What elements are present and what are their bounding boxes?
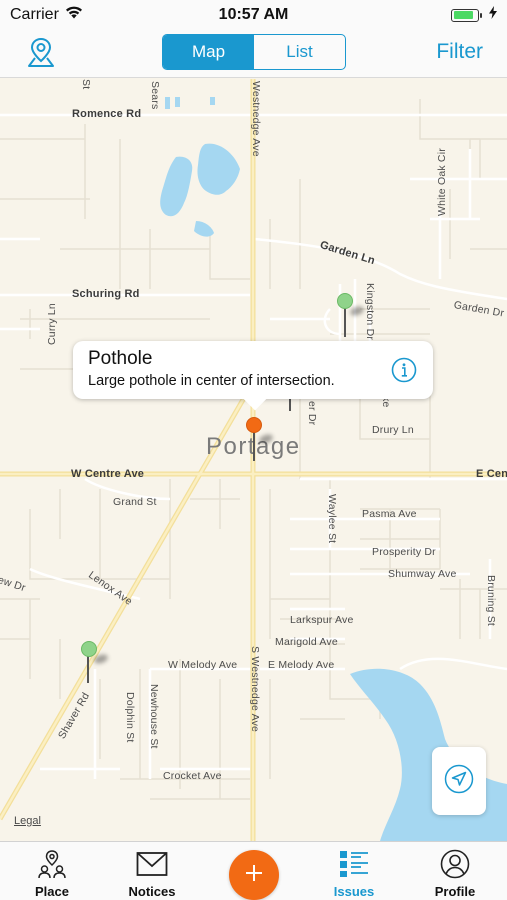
street-prosperity-dr: Prosperity Dr bbox=[372, 546, 436, 558]
street-white-oak-cir: White Oak Cir bbox=[436, 148, 448, 216]
user-icon bbox=[438, 847, 472, 881]
street-curry-ln: Curry Ln bbox=[46, 303, 58, 345]
callout-title: Pothole bbox=[88, 348, 153, 369]
nav-bar: Map List Filter bbox=[0, 30, 507, 78]
street-waylee-st: Waylee St bbox=[326, 494, 338, 544]
tab-issues[interactable]: Issues bbox=[309, 842, 399, 900]
street-romence-rd: Romence Rd bbox=[72, 108, 142, 120]
list-icon bbox=[337, 847, 371, 881]
street-shumway-ave: Shumway Ave bbox=[388, 568, 457, 580]
street-e-melody-ave: E Melody Ave bbox=[268, 659, 335, 671]
pin-head bbox=[337, 293, 353, 309]
street-e-centre: E Cent bbox=[476, 468, 507, 480]
street-w-centre-ave: W Centre Ave bbox=[71, 468, 145, 480]
locate-me-button[interactable] bbox=[432, 747, 486, 815]
plus-icon bbox=[245, 864, 263, 887]
tab-label-profile: Profile bbox=[434, 884, 476, 899]
tab-notices[interactable]: Notices bbox=[107, 842, 197, 900]
street-kingston-dr: Kingston Dr bbox=[364, 283, 376, 341]
street-newhouse-st: Newhouse St bbox=[148, 684, 160, 749]
pin-stem bbox=[87, 653, 89, 683]
status-bar: Carrier 10:57 AM bbox=[0, 0, 507, 30]
carrier-label: Carrier bbox=[10, 6, 59, 23]
add-issue-button[interactable] bbox=[229, 850, 279, 900]
tab-place[interactable]: Place bbox=[7, 842, 97, 900]
issue-callout[interactable]: Pothole Large pothole in center of inter… bbox=[73, 341, 433, 399]
place-pin-button[interactable] bbox=[24, 36, 58, 72]
street-dolphin-st: Dolphin St bbox=[124, 692, 136, 743]
map-pin-icon bbox=[26, 36, 56, 73]
street-w-melody-ave: W Melody Ave bbox=[168, 659, 238, 671]
street-drury-ln: Drury Ln bbox=[372, 424, 414, 436]
street-st: St bbox=[80, 79, 92, 90]
status-left: Carrier bbox=[10, 6, 83, 24]
callout-description: Large pothole in center of intersection. bbox=[88, 373, 335, 389]
wifi-icon bbox=[65, 6, 83, 24]
street-westnedge-north: Westnedge Ave bbox=[250, 81, 262, 157]
street-er-dr: er Dr bbox=[306, 401, 318, 426]
status-right bbox=[451, 6, 497, 24]
location-arrow-icon bbox=[444, 764, 474, 799]
street-s-westnedge-ave: S Westnedge Ave bbox=[249, 646, 261, 733]
tab-label-notices: Notices bbox=[128, 884, 176, 899]
tab-label-issues: Issues bbox=[333, 884, 375, 899]
filter-button[interactable]: Filter bbox=[436, 40, 483, 64]
pin-stem bbox=[344, 305, 346, 337]
pin-head bbox=[81, 641, 97, 657]
street-larkspur-ave: Larkspur Ave bbox=[290, 614, 354, 626]
map-view[interactable]: Romence Rd Westnedge Ave Sears St White … bbox=[0, 79, 507, 841]
street-crocket-ave: Crocket Ave bbox=[163, 770, 222, 782]
street-bruning-st: Bruning St bbox=[485, 575, 497, 627]
charging-icon bbox=[489, 6, 497, 24]
view-segmented-control: Map List bbox=[162, 34, 346, 70]
legal-link[interactable]: Legal bbox=[14, 815, 41, 827]
street-marigold-ave: Marigold Ave bbox=[275, 636, 338, 648]
tab-bar: Place Notices Issues Profile bbox=[0, 841, 507, 900]
tab-label-place: Place bbox=[35, 884, 69, 899]
envelope-icon bbox=[135, 847, 169, 881]
places-icon bbox=[35, 847, 69, 881]
street-schuring-rd: Schuring Rd bbox=[72, 288, 140, 300]
street-grand-st: Grand St bbox=[113, 496, 157, 508]
pin-stem bbox=[253, 429, 255, 461]
tab-profile[interactable]: Profile bbox=[410, 842, 500, 900]
segment-map[interactable]: Map bbox=[163, 35, 254, 69]
hidden-pin-stem bbox=[289, 397, 291, 411]
battery-level bbox=[453, 11, 474, 19]
segment-list[interactable]: List bbox=[254, 35, 345, 69]
info-icon[interactable] bbox=[391, 357, 417, 383]
street-pasma-ave: Pasma Ave bbox=[362, 508, 417, 520]
pin-head bbox=[246, 417, 262, 433]
street-sears: Sears bbox=[149, 81, 161, 110]
battery-icon bbox=[451, 8, 482, 22]
